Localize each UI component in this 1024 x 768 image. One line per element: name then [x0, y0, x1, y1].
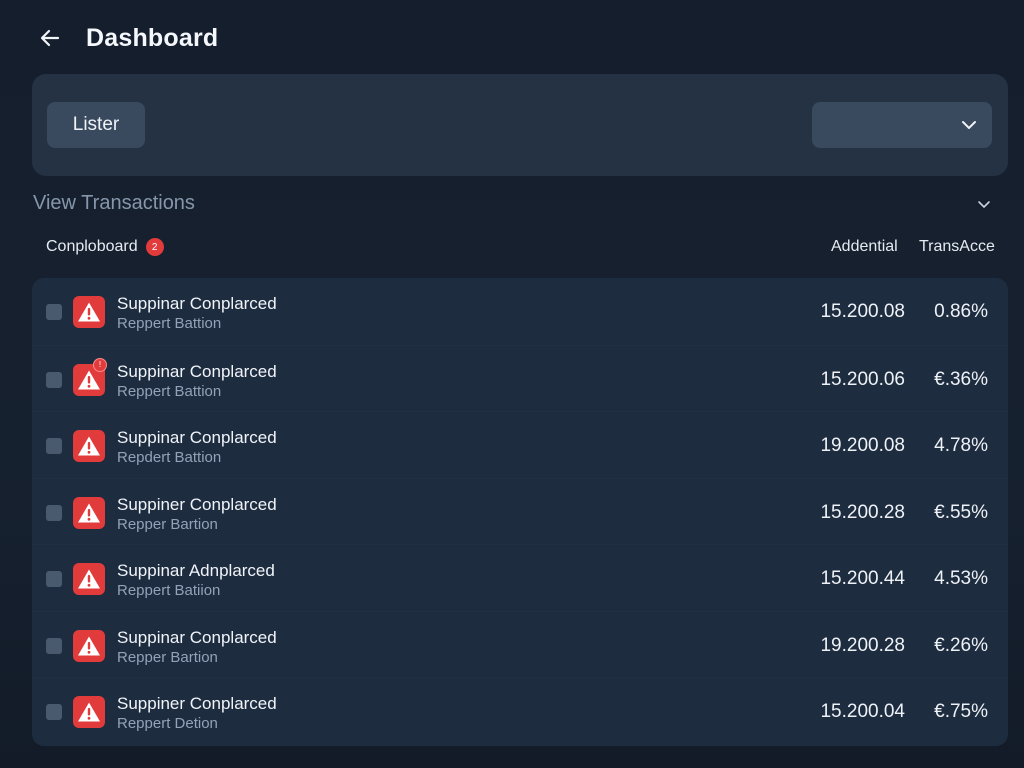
- filter-bar: Lister: [32, 74, 1008, 176]
- table-row[interactable]: Suppinar Adnplarced Reppert Batiion 15.2…: [32, 544, 1008, 611]
- row-amount: 15.200.44: [820, 568, 905, 589]
- row-title: Suppiner Conplarced: [117, 494, 277, 514]
- row-subtitle: Repdert Battion: [117, 449, 222, 466]
- chevron-down-icon: [962, 121, 976, 129]
- warning-icon: [73, 696, 105, 728]
- row-percent: 4.53%: [934, 568, 988, 589]
- row-subtitle: Reppert Battion: [117, 382, 222, 400]
- lister-button[interactable]: Lister: [47, 102, 145, 148]
- row-title: Suppinar Conplarced: [117, 294, 277, 313]
- row-percent: 4.78%: [934, 435, 988, 456]
- row-checkbox[interactable]: [46, 637, 62, 654]
- row-title: Suppinar Conplarced: [117, 361, 277, 381]
- row-subtitle: Reppert Batiion: [117, 582, 221, 599]
- row-title: Suppinar Conplarced: [117, 428, 277, 447]
- warning-icon: [73, 629, 105, 662]
- section-title: View Transactions: [33, 192, 195, 214]
- row-percent: €.55%: [934, 501, 988, 523]
- filter-select[interactable]: [812, 102, 992, 148]
- row-amount: 19.200.08: [820, 435, 905, 456]
- row-checkbox[interactable]: [46, 371, 62, 388]
- table-row[interactable]: Suppinar Conplarced Repdert Battion 19.2…: [32, 411, 1008, 478]
- column-header-name[interactable]: Conploboard 2: [46, 238, 164, 256]
- row-amount: 15.200.04: [820, 701, 905, 722]
- row-amount: 19.200.28: [820, 634, 905, 656]
- row-title: Suppiner Conplarced: [117, 694, 277, 713]
- chevron-down-icon[interactable]: [976, 196, 992, 212]
- row-checkbox[interactable]: [46, 438, 62, 454]
- row-amount: 15.200.06: [820, 368, 905, 390]
- row-percent: €.75%: [934, 701, 988, 722]
- count-badge: 2: [145, 238, 164, 256]
- row-checkbox[interactable]: [46, 704, 62, 720]
- transactions-table: Suppinar Conplarced Reppert Battion 15.2…: [32, 278, 1008, 746]
- row-checkbox[interactable]: [46, 304, 62, 320]
- column-header-percent[interactable]: TransAcce: [919, 238, 995, 256]
- warning-icon: [73, 296, 105, 328]
- row-amount: 15.200.08: [820, 301, 905, 322]
- arrow-left-icon: [40, 29, 60, 47]
- row-percent: 0.86%: [934, 301, 988, 322]
- page-title: Dashboard: [86, 23, 219, 52]
- row-subtitle: Reppert Battion: [117, 315, 222, 332]
- row-subtitle: Repper Bartion: [117, 515, 218, 533]
- row-percent: €.36%: [934, 368, 988, 390]
- column-header-amount[interactable]: Addential: [831, 238, 898, 256]
- back-button[interactable]: [36, 24, 64, 52]
- table-row[interactable]: Suppinar Conplarced Reppert Battion 15.2…: [32, 345, 1008, 412]
- row-title: Suppinar Adnplarced: [117, 561, 275, 580]
- alert-badge: !: [93, 357, 107, 372]
- table-row[interactable]: Suppiner Conplarced Reppert Detion 15.20…: [32, 677, 1008, 744]
- warning-icon: [73, 496, 105, 529]
- table-row[interactable]: Suppiner Conplarced Repper Bartion 15.20…: [32, 478, 1008, 545]
- row-checkbox[interactable]: [46, 504, 62, 521]
- column-name-label: Conploboard: [46, 238, 138, 255]
- row-percent: €.26%: [934, 634, 988, 656]
- row-subtitle: Reppert Detion: [117, 715, 218, 732]
- warning-icon: [73, 430, 105, 462]
- row-amount: 15.200.28: [820, 501, 905, 523]
- table-row[interactable]: Suppinar Conplarced Reppert Battion 15.2…: [32, 278, 1008, 345]
- warning-icon: [73, 563, 105, 595]
- row-title: Suppinar Conplarced: [117, 627, 277, 647]
- table-row[interactable]: Suppinar Conplarced Repper Bartion 19.20…: [32, 611, 1008, 678]
- row-subtitle: Repper Bartion: [117, 648, 218, 666]
- header: Dashboard: [0, 0, 1024, 76]
- row-checkbox[interactable]: [46, 571, 62, 587]
